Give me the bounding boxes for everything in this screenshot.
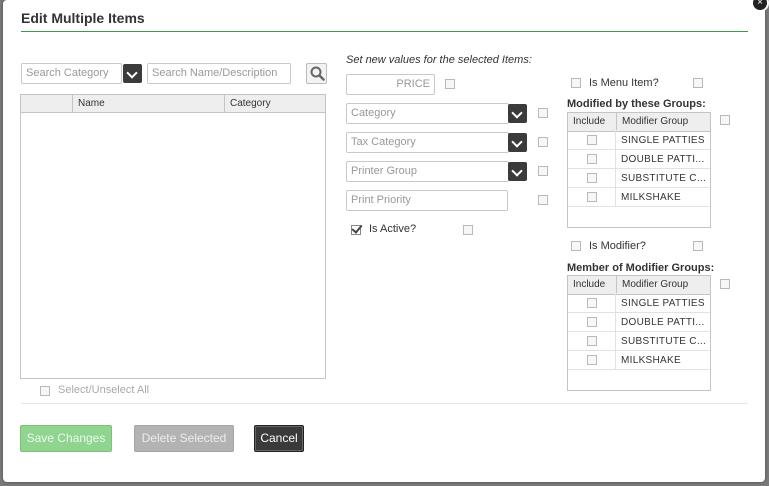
- dialog-title: Edit Multiple Items: [21, 10, 145, 26]
- is-active-apply-checkbox[interactable]: [463, 225, 473, 235]
- printer-group-apply-checkbox[interactable]: [538, 166, 548, 176]
- instructions-label: Set new values for the selected Items:: [346, 54, 532, 66]
- include-checkbox[interactable]: [587, 192, 597, 202]
- member-of-apply-checkbox[interactable]: [720, 279, 730, 289]
- modifier-group-column-header: Modifier Group: [616, 113, 710, 130]
- list-item[interactable]: SUBSTITUTE C...: [568, 332, 710, 351]
- is-active-checkbox[interactable]: [351, 225, 361, 235]
- chevron-down-icon[interactable]: [508, 133, 527, 152]
- title-divider: [21, 31, 748, 32]
- include-checkbox[interactable]: [587, 336, 597, 346]
- items-grid[interactable]: Name Category: [20, 94, 326, 379]
- member-of-grid-header: Include Modifier Group: [568, 276, 710, 295]
- search-name-input[interactable]: Search Name/Description: [147, 63, 291, 84]
- list-item[interactable]: SUBSTITUTE C...: [568, 169, 710, 188]
- select-all-checkbox[interactable]: [40, 386, 50, 396]
- tax-category-select[interactable]: Tax Category: [346, 132, 509, 153]
- is-menu-item-label: Is Menu Item?: [589, 77, 659, 89]
- cancel-button[interactable]: Cancel: [254, 425, 304, 452]
- select-column-header: [21, 95, 72, 112]
- is-modifier-apply-checkbox[interactable]: [693, 241, 703, 251]
- print-priority-apply-checkbox[interactable]: [538, 195, 548, 205]
- items-grid-header: Name Category: [21, 95, 325, 113]
- modifier-group-name: MILKSHAKE: [621, 192, 681, 203]
- include-checkbox[interactable]: [587, 317, 597, 327]
- list-item[interactable]: MILKSHAKE: [568, 188, 710, 207]
- include-checkbox[interactable]: [587, 173, 597, 183]
- include-column-header: Include: [573, 279, 606, 290]
- edit-multiple-items-dialog: × Edit Multiple Items Search Category Se…: [3, 0, 769, 482]
- search-icon: [310, 66, 325, 81]
- select-all-label: Select/Unselect All: [58, 384, 150, 396]
- include-column-header: Include: [573, 116, 606, 127]
- include-checkbox[interactable]: [587, 298, 597, 308]
- modified-by-apply-checkbox[interactable]: [720, 115, 730, 125]
- list-item[interactable]: SINGLE PATTIES: [568, 131, 710, 150]
- search-button[interactable]: [306, 63, 327, 84]
- category-apply-checkbox[interactable]: [538, 108, 548, 118]
- list-item[interactable]: SINGLE PATTIES: [568, 294, 710, 313]
- list-item[interactable]: MILKSHAKE: [568, 351, 710, 370]
- modifier-group-column-header: Modifier Group: [616, 276, 710, 293]
- modified-by-grid-header: Include Modifier Group: [568, 113, 710, 132]
- is-menu-item-checkbox[interactable]: [571, 78, 581, 88]
- delete-selected-button[interactable]: Delete Selected: [134, 425, 234, 452]
- category-column-header[interactable]: Category: [224, 95, 325, 112]
- modifier-group-name: SINGLE PATTIES: [621, 298, 705, 309]
- chevron-down-icon[interactable]: [508, 162, 527, 181]
- include-checkbox[interactable]: [587, 154, 597, 164]
- is-menu-item-apply-checkbox[interactable]: [693, 78, 703, 88]
- member-of-heading: Member of Modifier Groups:: [567, 262, 715, 274]
- name-column-header[interactable]: Name: [72, 95, 224, 112]
- footer-divider: [21, 403, 748, 404]
- chevron-down-icon[interactable]: [508, 104, 527, 123]
- modifier-group-name: DOUBLE PATTI...: [621, 154, 705, 165]
- chevron-down-icon[interactable]: [123, 64, 142, 83]
- modifier-group-name: SINGLE PATTIES: [621, 135, 705, 146]
- printer-group-select[interactable]: Printer Group: [346, 161, 509, 182]
- price-apply-checkbox[interactable]: [445, 79, 455, 89]
- modified-by-groups-grid[interactable]: Include Modifier Group SINGLE PATTIES DO…: [567, 112, 711, 228]
- include-checkbox[interactable]: [587, 355, 597, 365]
- modified-by-heading: Modified by these Groups:: [567, 98, 706, 110]
- modifier-group-name: DOUBLE PATTI...: [621, 317, 705, 328]
- is-active-label: Is Active?: [369, 223, 417, 235]
- include-checkbox[interactable]: [587, 135, 597, 145]
- member-of-groups-grid[interactable]: Include Modifier Group SINGLE PATTIES DO…: [567, 275, 711, 391]
- price-input[interactable]: PRICE: [346, 74, 435, 95]
- list-item[interactable]: DOUBLE PATTI...: [568, 313, 710, 332]
- modifier-group-name: SUBSTITUTE C...: [621, 336, 707, 347]
- print-priority-input[interactable]: Print Priority: [346, 190, 508, 211]
- category-select[interactable]: Category: [346, 103, 509, 124]
- modifier-group-name: SUBSTITUTE C...: [621, 173, 707, 184]
- save-changes-button[interactable]: Save Changes: [20, 425, 112, 452]
- tax-category-apply-checkbox[interactable]: [538, 137, 548, 147]
- close-icon[interactable]: ×: [751, 0, 769, 12]
- list-item[interactable]: DOUBLE PATTI...: [568, 150, 710, 169]
- is-modifier-checkbox[interactable]: [571, 241, 581, 251]
- is-modifier-label: Is Modifier?: [589, 240, 646, 252]
- modifier-group-name: MILKSHAKE: [621, 355, 681, 366]
- search-category-input[interactable]: Search Category: [21, 63, 122, 84]
